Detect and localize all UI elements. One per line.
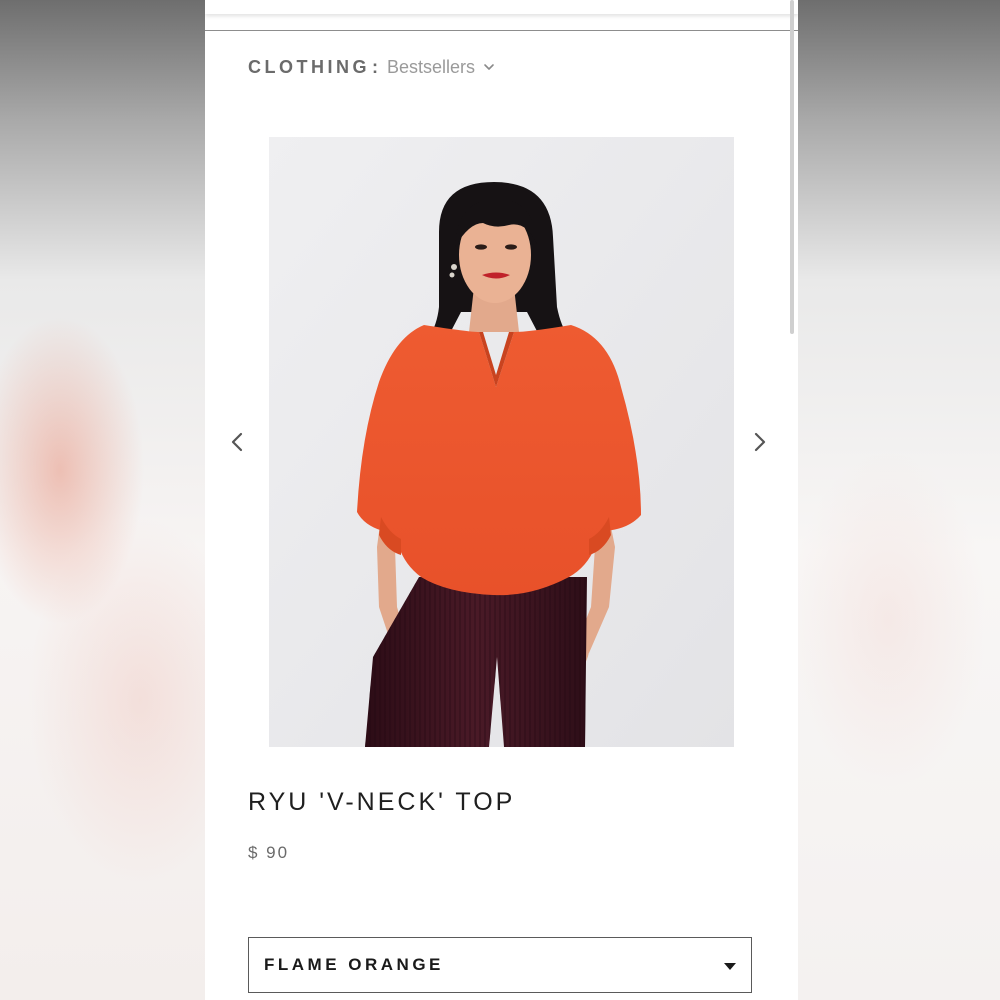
product-page: CLOTHING : Bestsellers RYU 'V-NECK' TOP … [205, 0, 798, 1000]
breadcrumb-category[interactable]: CLOTHING [248, 57, 370, 78]
product-image[interactable] [269, 137, 734, 747]
chevron-right-icon[interactable] [748, 428, 772, 456]
header-divider [205, 30, 798, 31]
scrollbar[interactable] [790, 0, 794, 334]
product-price: $ 90 [248, 843, 290, 862]
model-photo [269, 137, 734, 747]
collection-dropdown-value: Bestsellers [387, 56, 476, 77]
breadcrumb-separator: : [372, 56, 378, 77]
header-bar [205, 0, 798, 14]
chevron-left-icon[interactable] [225, 428, 249, 456]
breadcrumb: CLOTHING : Bestsellers [248, 55, 495, 79]
chevron-down-icon [484, 64, 494, 70]
collection-dropdown[interactable]: Bestsellers [387, 57, 495, 78]
color-select[interactable]: FLAME ORANGE [248, 937, 752, 993]
caret-down-icon [724, 963, 736, 970]
product-title: RYU 'V-NECK' TOP [248, 788, 516, 816]
blurred-backdrop-right [798, 0, 1000, 1000]
blurred-backdrop-left [0, 0, 205, 1000]
color-select-value: FLAME ORANGE [264, 955, 444, 974]
